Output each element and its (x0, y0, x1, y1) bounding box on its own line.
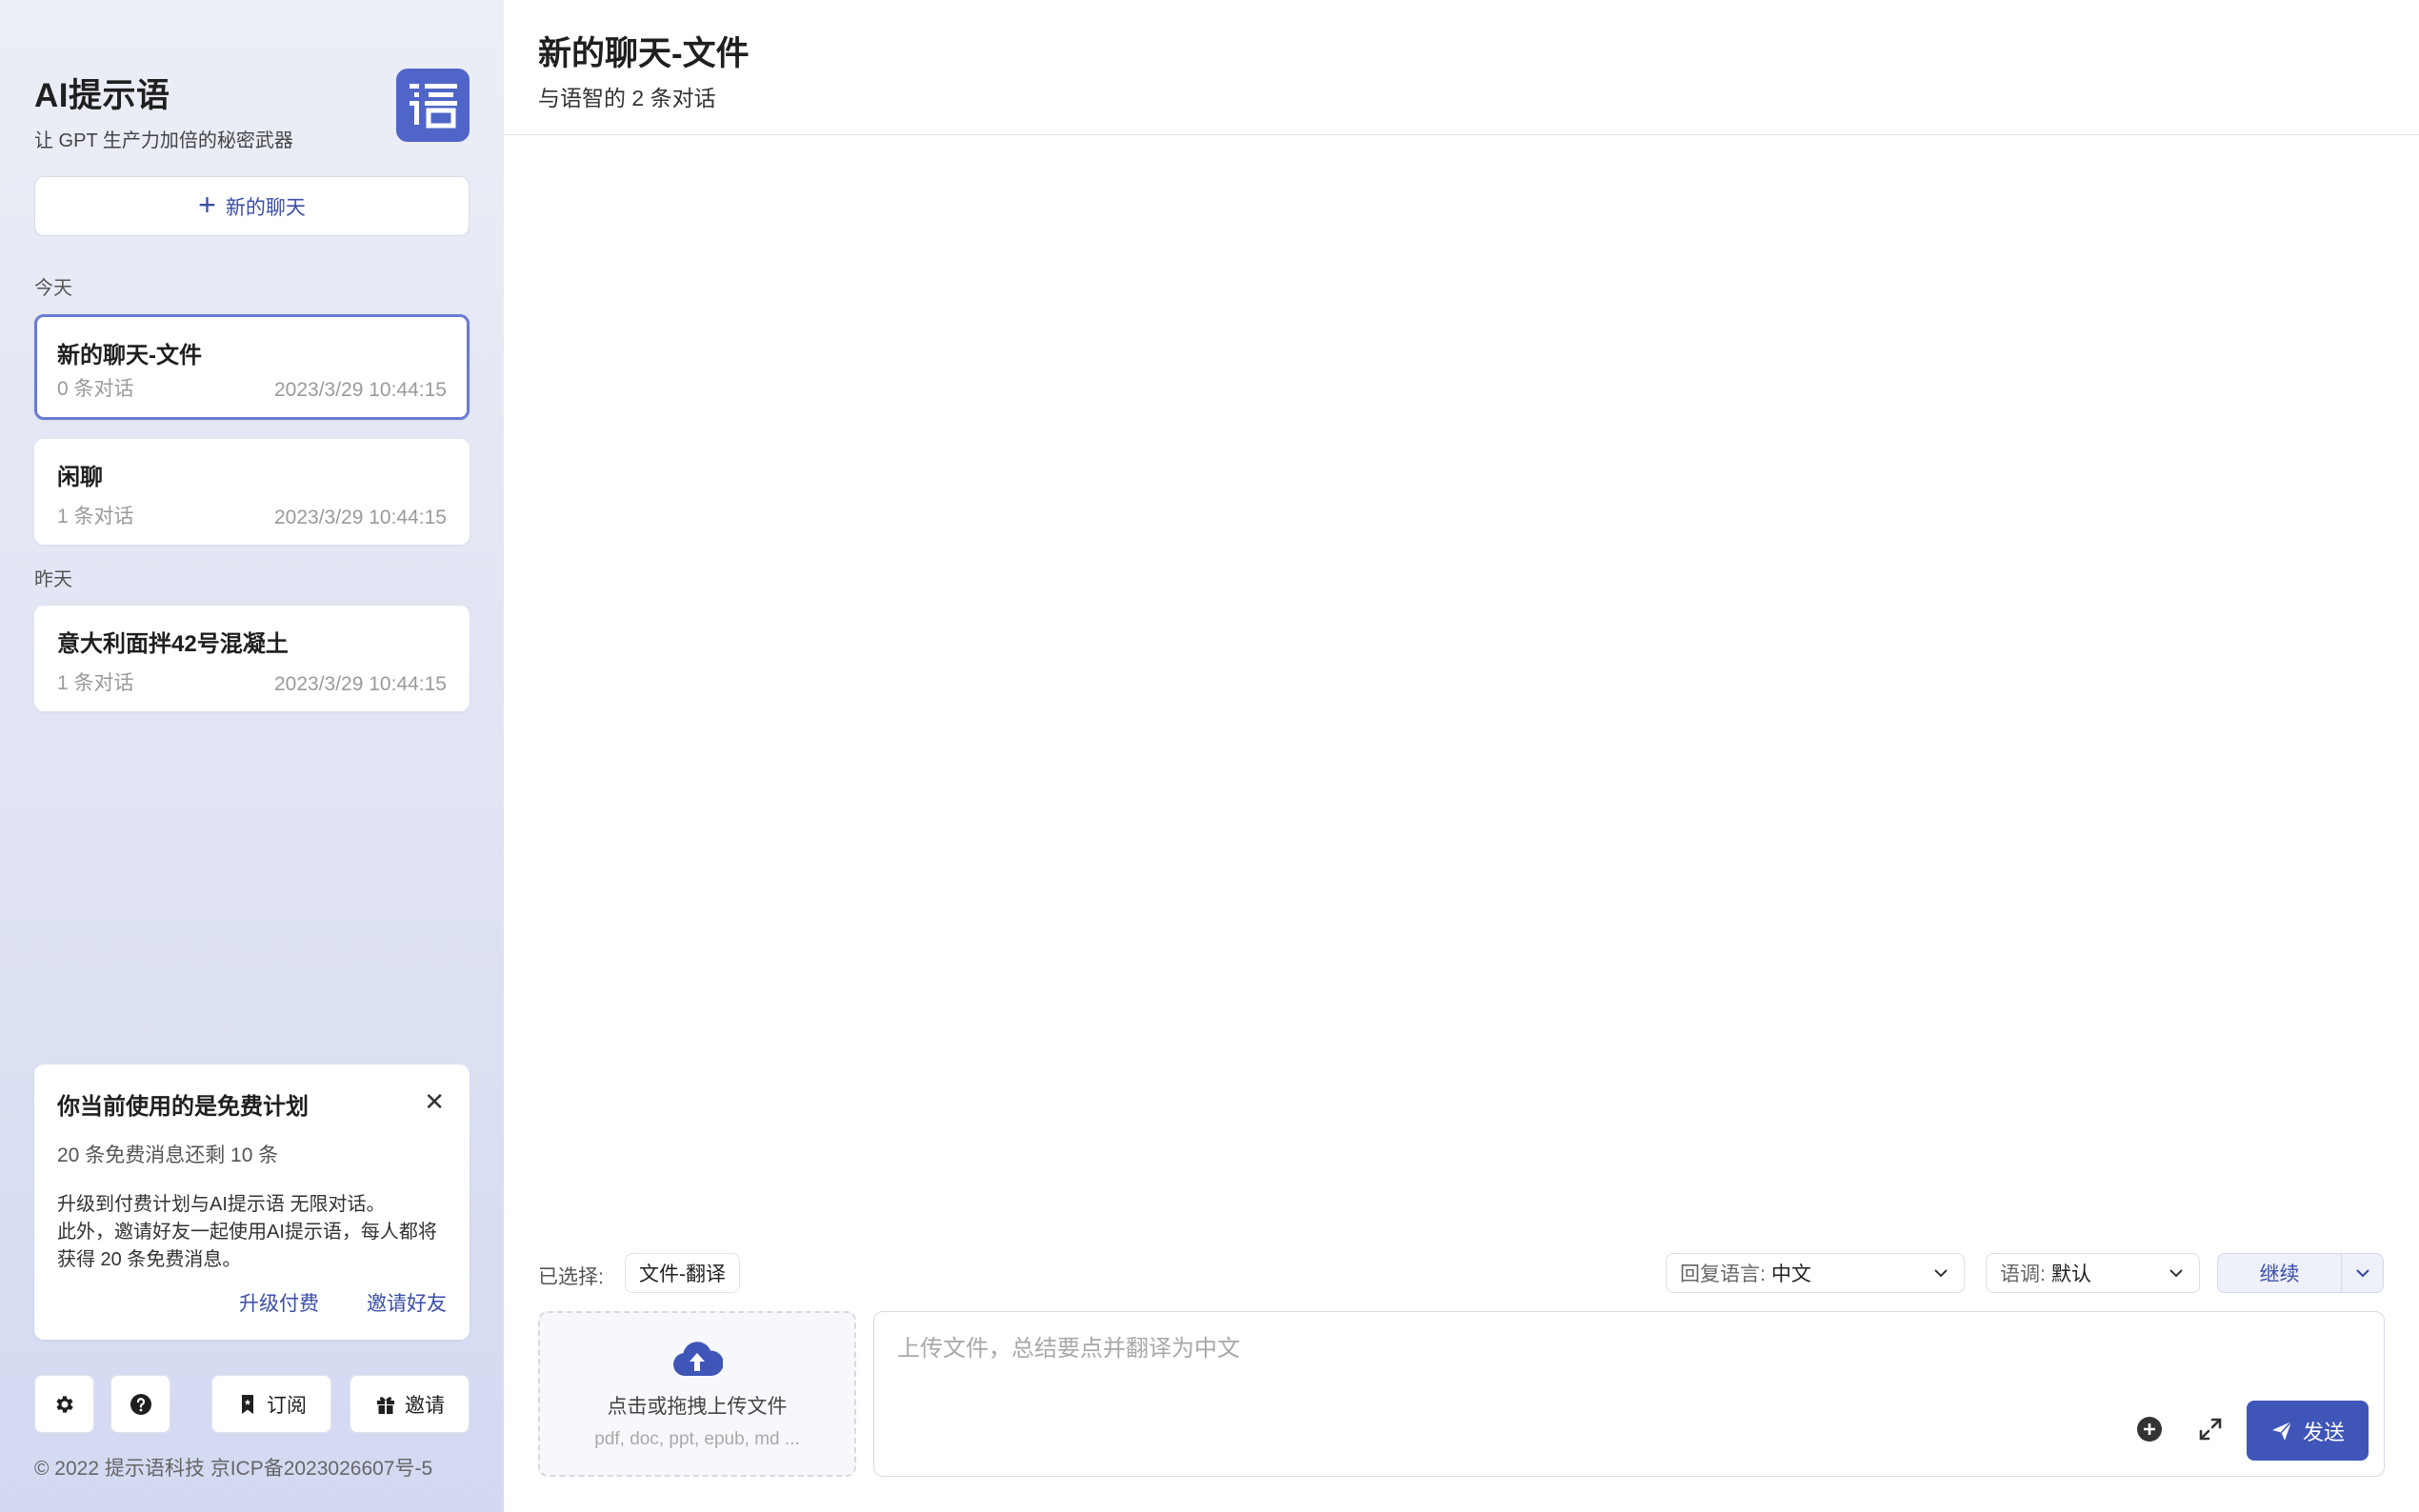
chat-count: 1 条对话 (57, 506, 134, 527)
gift-icon (377, 1396, 394, 1414)
bookmark-icon (242, 1394, 253, 1414)
chat-count: 1 条对话 (57, 672, 134, 694)
reply-language-value: 中文 (1770, 1263, 1811, 1285)
send-button[interactable]: 发送 (2247, 1401, 2369, 1461)
chevron-down-icon (2169, 1269, 2183, 1278)
send-label: 发送 (2302, 1420, 2345, 1444)
tone-value: 默认 (2050, 1263, 2091, 1285)
tone-label: 语调: (2000, 1263, 2046, 1285)
continue-button[interactable]: 继续 (2218, 1254, 2341, 1292)
paper-plane-icon (2271, 1420, 2292, 1441)
tone-select[interactable]: 语调: 默认 (1986, 1253, 2200, 1293)
reply-language-select[interactable]: 回复语言: 中文 (1666, 1253, 1965, 1293)
chat-count: 0 条对话 (57, 378, 134, 400)
brand-title: AI提示语 (34, 77, 170, 114)
add-circle-icon[interactable] (2134, 1414, 2165, 1444)
reply-language-label: 回复语言: (1680, 1263, 1766, 1285)
chevron-down-icon (1934, 1269, 1948, 1278)
plan-desc-line: 升级到付费计划与AI提示语 无限对话。 (57, 1194, 386, 1215)
group-label-yesterday: 昨天 (34, 569, 72, 590)
copyright: © 2022 提示语科技 京ICP备2023026607号-5 (34, 1458, 433, 1480)
gear-icon (55, 1395, 73, 1413)
upload-hint: pdf, doc, ppt, epub, md ... (594, 1429, 800, 1449)
app-logo-icon (396, 69, 470, 142)
message-input[interactable] (897, 1329, 2230, 1405)
sidebar: AI提示语 让 GPT 生产力加倍的秘密武器 + 新的聊天 今天 新的聊天-文件… (0, 0, 504, 1512)
plan-description: 升级到付费计划与AI提示语 无限对话。 此外，邀请好友一起使用AI提示语，每人都… (57, 1191, 447, 1274)
page-subtitle: 与语智的 2 条对话 (538, 86, 716, 110)
main-header: 新的聊天-文件 与语智的 2 条对话 (504, 0, 2419, 135)
plus-icon: + (198, 188, 216, 222)
invite-friends-link[interactable]: 邀请好友 (367, 1288, 447, 1317)
plan-title: 你当前使用的是免费计划 (57, 1094, 309, 1120)
chat-item[interactable]: 新的聊天-文件 0 条对话 2023/3/29 10:44:15 (34, 314, 470, 420)
chat-item[interactable]: 闲聊 1 条对话 2023/3/29 10:44:15 (34, 439, 470, 545)
cloud-upload-icon (673, 1342, 723, 1376)
subscribe-button[interactable]: 订阅 (211, 1375, 331, 1433)
selected-prompt-tag[interactable]: 文件-翻译 (625, 1253, 740, 1293)
plan-desc-line: 此外，邀请好友一起使用AI提示语，每人都将获得 20 条免费消息。 (57, 1222, 437, 1270)
upgrade-link[interactable]: 升级付费 (239, 1288, 319, 1317)
continue-split-button: 继续 (2217, 1253, 2384, 1293)
close-icon[interactable]: ✕ (424, 1089, 445, 1114)
expand-icon[interactable] (2195, 1414, 2226, 1444)
upload-title: 点击或拖拽上传文件 (607, 1396, 788, 1418)
brand-subtitle: 让 GPT 生产力加倍的秘密武器 (34, 130, 293, 151)
plan-card: 你当前使用的是免费计划 ✕ 20 条免费消息还剩 10 条 升级到付费计划与AI… (34, 1064, 470, 1340)
group-label-today: 今天 (34, 278, 72, 299)
settings-button[interactable] (34, 1375, 94, 1433)
new-chat-button[interactable]: + 新的聊天 (34, 176, 470, 236)
page-title: 新的聊天-文件 (538, 35, 750, 72)
plan-links: 升级付费 邀请好友 (239, 1288, 447, 1317)
file-upload-dropzone[interactable]: 点击或拖拽上传文件 pdf, doc, ppt, epub, md ... (538, 1311, 856, 1477)
help-button[interactable] (110, 1375, 170, 1433)
chat-title: 闲聊 (57, 465, 103, 490)
new-chat-label: 新的聊天 (225, 196, 306, 219)
plan-quota: 20 条免费消息还剩 10 条 (57, 1144, 279, 1166)
invite-label: 邀请 (405, 1394, 445, 1417)
chat-title: 意大利面拌42号混凝土 (57, 631, 289, 657)
brand: AI提示语 让 GPT 生产力加倍的秘密武器 (34, 69, 293, 152)
chat-title: 新的聊天-文件 (57, 343, 202, 368)
chat-time: 2023/3/29 10:44:15 (273, 673, 447, 695)
subscribe-label: 订阅 (267, 1394, 307, 1417)
continue-dropdown-button[interactable] (2341, 1254, 2383, 1292)
message-input-box: 发送 (873, 1311, 2385, 1477)
chat-time: 2023/3/29 10:44:15 (273, 507, 447, 528)
selected-label: 已选择: (538, 1266, 604, 1288)
chevron-down-icon (2355, 1269, 2369, 1278)
chat-time: 2023/3/29 10:44:15 (273, 379, 447, 401)
chat-item[interactable]: 意大利面拌42号混凝土 1 条对话 2023/3/29 10:44:15 (34, 606, 470, 711)
question-icon (130, 1393, 151, 1415)
invite-button[interactable]: 邀请 (350, 1375, 470, 1433)
